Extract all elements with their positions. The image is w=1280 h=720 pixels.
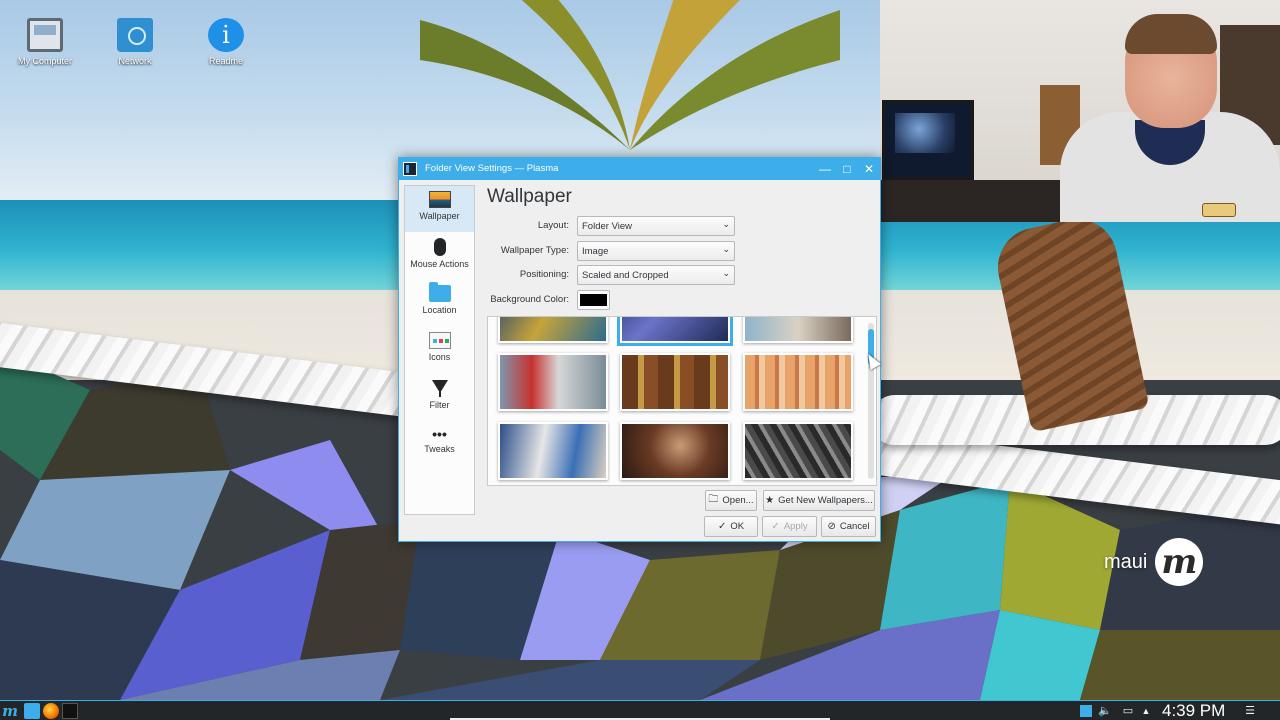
cancel-button[interactable]: ⊘ Cancel: [821, 516, 876, 537]
wallpaper-type-row: Wallpaper Type: Image ⌄: [487, 241, 737, 261]
firefox-icon[interactable]: [43, 703, 59, 719]
positioning-row: Positioning: Scaled and Cropped ⌄: [487, 265, 737, 285]
sidebar-item-icons[interactable]: Icons: [405, 327, 474, 373]
desktop-icon-label: Network: [118, 56, 152, 66]
wallpaper-thumb-2[interactable]: [617, 317, 733, 346]
sidebar-item-label: Location: [422, 305, 457, 315]
page-title: Wallpaper: [487, 186, 572, 207]
positioning-label: Positioning:: [519, 269, 569, 280]
cancel-button-label: Cancel: [839, 521, 870, 532]
background-color-button[interactable]: [577, 290, 610, 310]
folder-icon: [428, 282, 451, 302]
apply-button[interactable]: ✓ Apply: [762, 516, 817, 537]
sidebar-item-label: Wallpaper: [419, 211, 460, 221]
wallpaper-thumb-3[interactable]: [743, 317, 853, 343]
maximize-button[interactable]: □: [839, 161, 855, 177]
folder-view-settings-dialog: Folder View Settings — Plasma — □ ✕ Wall…: [398, 157, 881, 542]
sidebar-item-wallpaper[interactable]: Wallpaper: [405, 186, 474, 232]
maui-logo-text: maui: [1104, 550, 1148, 573]
chevron-down-icon: ⌄: [722, 268, 730, 278]
dialog-title: Folder View Settings — Plasma: [425, 163, 559, 174]
sidebar-item-tweaks[interactable]: ••• Tweaks: [405, 421, 474, 467]
wallpaper-thumb-1[interactable]: [498, 317, 608, 343]
computer-icon: [27, 18, 63, 52]
wallpaper-thumb-cigars[interactable]: [620, 353, 730, 411]
icons-icon: [428, 332, 451, 349]
desktop-icon-label: My Computer: [17, 56, 72, 66]
network-folder-icon: [117, 18, 153, 52]
palm-leaves: [420, 0, 840, 150]
close-button[interactable]: ✕: [861, 161, 877, 177]
sidebar-item-location[interactable]: Location: [405, 280, 474, 326]
ok-button[interactable]: ✓ OK: [704, 516, 758, 537]
wallpaper-thumbnail-grid[interactable]: [487, 316, 877, 486]
menu-icon[interactable]: ☰: [1244, 703, 1256, 719]
sidebar-item-mouse-actions[interactable]: Mouse Actions: [405, 233, 474, 279]
tweaks-icon: •••: [432, 426, 447, 442]
chevron-down-icon: ⌄: [722, 244, 730, 254]
open-button-label: Open...: [722, 495, 754, 506]
taskbar: m 🔈 ▭ ▲ 4:39 PM ☰: [0, 700, 1280, 720]
network-icon[interactable]: ▭: [1121, 703, 1135, 719]
background-monitor: [882, 100, 974, 180]
desktop-icon-my-computer[interactable]: My Computer: [10, 18, 80, 66]
volume-icon[interactable]: 🔈: [1098, 703, 1112, 719]
application-launcher-icon[interactable]: m: [2, 703, 18, 719]
apply-button-label: Apply: [783, 521, 808, 532]
maui-logo-mark: m: [1155, 538, 1204, 586]
wallpaper-thumb-bw-market[interactable]: [743, 422, 853, 480]
filter-icon: [431, 379, 449, 397]
get-new-wallpapers-button[interactable]: ★ Get New Wallpapers...: [763, 490, 875, 511]
settings-sidebar: Wallpaper Mouse Actions Location Icons F…: [404, 185, 475, 515]
folder-open-icon: 🗀: [708, 494, 719, 505]
webcam-overlay: [880, 0, 1280, 222]
wallpaper-icon: [428, 191, 451, 208]
maui-logo: maui m: [1104, 538, 1204, 586]
dialog-titlebar[interactable]: Folder View Settings — Plasma — □ ✕: [399, 158, 880, 180]
wallpaper-thumb-cola[interactable]: [498, 353, 608, 411]
sidebar-item-filter[interactable]: Filter: [405, 374, 474, 420]
sidebar-item-label: Icons: [428, 352, 451, 362]
wallpaper-thumb-hands[interactable]: [743, 353, 853, 411]
ok-button-label: OK: [730, 521, 745, 532]
background-color-label: Background Color:: [490, 294, 569, 305]
check-icon: ✓: [717, 521, 727, 532]
thumbnail-scrollbar[interactable]: [868, 323, 874, 479]
desktop-icon-network[interactable]: Network: [100, 18, 170, 66]
sidebar-item-label: Filter: [429, 400, 450, 410]
expand-tray-icon[interactable]: ▲: [1140, 703, 1152, 719]
sidebar-item-label: Tweaks: [424, 444, 455, 454]
star-icon: ★: [765, 495, 775, 506]
clock[interactable]: 4:39 PM: [1162, 701, 1225, 720]
color-swatch: [580, 294, 607, 306]
wallpaper-type-select[interactable]: Image ⌄: [577, 241, 735, 261]
desktop-icon-label: Readme: [208, 56, 244, 66]
layout-value: Folder View: [582, 221, 632, 232]
wallpaper-type-label: Wallpaper Type:: [500, 245, 569, 256]
terminal-icon[interactable]: [62, 703, 78, 719]
desktop-icon-readme[interactable]: i Readme: [191, 18, 261, 66]
layout-select[interactable]: Folder View ⌄: [577, 216, 735, 236]
open-button[interactable]: 🗀 Open...: [705, 490, 757, 511]
sidebar-item-label: Mouse Actions: [410, 259, 469, 269]
wallpaper-type-value: Image: [582, 246, 609, 257]
get-new-wallpapers-label: Get New Wallpapers...: [778, 495, 873, 506]
minimize-button[interactable]: —: [817, 161, 833, 177]
cancel-icon: ⊘: [827, 521, 836, 532]
check-icon: ✓: [771, 521, 780, 532]
info-icon: i: [208, 18, 244, 52]
wallpaper-thumb-graffiti[interactable]: [498, 422, 608, 480]
chevron-down-icon: ⌄: [722, 219, 730, 229]
background-color-row: Background Color:: [487, 290, 737, 310]
positioning-value: Scaled and Cropped: [582, 270, 669, 281]
positioning-select[interactable]: Scaled and Cropped ⌄: [577, 265, 735, 285]
desktop-icon[interactable]: [1080, 705, 1092, 717]
file-manager-icon[interactable]: [24, 703, 40, 719]
layout-label: Layout:: [537, 220, 569, 231]
wallpaper-thumb-worker[interactable]: [620, 422, 730, 480]
mouse-icon: [433, 238, 446, 256]
app-icon[interactable]: [403, 162, 417, 176]
layout-row: Layout: Folder View ⌄: [487, 216, 737, 236]
